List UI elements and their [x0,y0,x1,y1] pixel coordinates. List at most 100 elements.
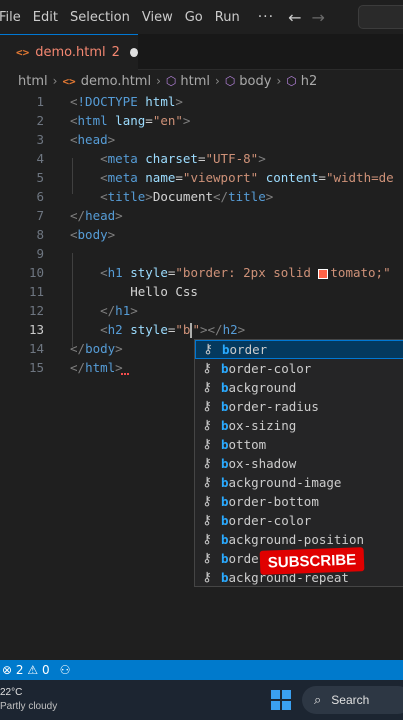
line-number: 10 [28,265,44,280]
suggestion-match: b [221,456,229,471]
unsaved-dot-icon[interactable] [129,48,138,57]
line-number: 14 [28,341,44,356]
code-text[interactable]: Hello Css [70,284,198,299]
code-text[interactable]: </html> [70,360,123,375]
suggestion-item[interactable]: ⚷ b order [195,340,403,359]
breadcrumb-folder[interactable]: html [18,74,48,89]
code-text[interactable]: </body> [70,341,123,356]
code-line[interactable]: 4 <meta charset="UTF-8"> [0,149,403,168]
wrench-icon: ⚷ [202,456,212,471]
wrench-icon: ⚷ [202,418,212,433]
code-text[interactable]: <!DOCTYPE html> [70,94,183,109]
breadcrumb-body[interactable]: body [239,74,271,89]
error-icon: ⊗ [2,663,13,677]
code-text[interactable]: <title>Document</title> [70,189,273,204]
menu-file[interactable]: File [0,10,21,25]
command-center-search[interactable] [358,5,403,29]
suggestion-label: ackground-position [228,532,364,547]
windows-taskbar: 22°C Partly cloudy ⌕ Search [0,680,403,720]
code-line[interactable]: 8 <body> [0,225,403,244]
wrench-icon: ⚷ [203,342,213,357]
line-number: 12 [28,303,44,318]
code-line[interactable]: 10 <h1 style="border: 2px solid tomato;" [0,263,403,282]
code-line[interactable]: 9 [0,244,403,263]
menu-view[interactable]: View [142,10,173,25]
code-line[interactable]: 13 <h2 style="b "></h2> [0,320,403,339]
suggestion-match: b [221,532,229,547]
suggestion-label: order-bottom [228,494,319,509]
error-squiggle [121,371,129,375]
tab-demo-html[interactable]: <> demo.html 2 [0,34,138,70]
code-text[interactable]: <meta charset="UTF-8"> [70,151,266,166]
code-line[interactable]: 6 <title>Document</title> [0,187,403,206]
suggestion-match: b [221,570,229,585]
warning-icon: ⚠ [27,663,39,677]
forward-arrow-icon[interactable]: → [311,8,324,27]
suggestion-item[interactable]: ⚷ b order-color [195,359,403,378]
breadcrumb-h2[interactable]: h2 [301,74,318,89]
suggestion-item[interactable]: ⚷ b ox-sizing [195,416,403,435]
code-line[interactable]: 2 <html lang="en"> [0,111,403,130]
wrench-icon: ⚷ [202,437,212,452]
wrench-icon: ⚷ [202,399,212,414]
suggestion-label: ottom [228,437,267,452]
suggestion-match: b [221,399,229,414]
wrench-icon: ⚷ [202,551,212,566]
wrench-icon: ⚷ [202,380,212,395]
code-text[interactable]: <html lang="en"> [70,113,190,128]
wrench-icon: ⚷ [202,570,212,585]
weather-temperature[interactable]: 22°C [0,687,22,698]
suggestion-item[interactable]: ⚷ b order-color [195,511,403,530]
weather-description[interactable]: Partly cloudy [0,701,57,712]
code-text[interactable]: <head> [70,132,115,147]
line-number: 8 [36,227,44,242]
wrench-icon: ⚷ [202,475,212,490]
code-text[interactable]: <h2 style="b "></h2> [70,322,245,338]
wrench-icon: ⚷ [202,532,212,547]
tab-problem-count: 2 [111,45,120,60]
windows-start-icon[interactable] [271,690,291,710]
taskbar-search-label: Search [331,693,370,707]
breadcrumb-html[interactable]: html [180,74,210,89]
code-text[interactable]: <body> [70,227,115,242]
suggestion-label: ackground-image [228,475,342,490]
suggestion-item[interactable]: ⚷ b ackground-position [195,530,403,549]
suggestion-item[interactable]: ⚷ b ox-shadow [195,454,403,473]
code-text[interactable]: <h1 style="border: 2px solid tomato;" [70,265,391,280]
code-line[interactable]: 12 </h1> [0,301,403,320]
suggestion-match: b [221,494,229,509]
suggestion-label: order-color [228,361,312,376]
tab-bar: <> demo.html 2 [0,34,403,70]
code-line[interactable]: 7 </head> [0,206,403,225]
element-cube-icon: ⬡ [286,74,297,88]
suggestion-item[interactable]: ⚷ b order-bottom [195,492,403,511]
menu-selection[interactable]: Selection [70,10,130,25]
menu-run[interactable]: Run [215,10,240,25]
suggestion-label: order-radius [228,399,319,414]
code-line[interactable]: 3 <head> [0,130,403,149]
code-line[interactable]: 5 <meta name="viewport" content="width=d… [0,168,403,187]
breadcrumb-file[interactable]: demo.html [81,74,151,89]
line-number: 15 [28,360,44,375]
code-text[interactable]: </head> [70,208,123,223]
wrench-icon: ⚷ [202,513,212,528]
menu-edit[interactable]: Edit [33,10,58,25]
problems-status[interactable]: ⊗ 2 ⚠ 0 [2,663,50,677]
code-line[interactable]: 11 Hello Css [0,282,403,301]
suggestion-item[interactable]: ⚷ b ackground [195,378,403,397]
suggestion-item[interactable]: ⚷ b order-radius [195,397,403,416]
ports-icon[interactable]: ⚇ [60,663,71,677]
code-text[interactable]: <meta name="viewport" content="width=de [70,170,394,185]
suggestion-item[interactable]: ⚷ b ackground-image [195,473,403,492]
line-number: 7 [36,208,44,223]
search-icon: ⌕ [314,692,322,707]
more-menu-icon[interactable]: ··· [258,9,274,25]
menu-go[interactable]: Go [185,10,203,25]
suggestion-item[interactable]: ⚷ b ottom [195,435,403,454]
code-line[interactable]: 1 <!DOCTYPE html> [0,92,403,111]
subscribe-overlay: SUBSCRIBE [259,547,365,575]
chevron-right-icon: › [52,74,58,88]
taskbar-search[interactable]: ⌕ Search [302,686,403,714]
back-arrow-icon[interactable]: ← [288,8,301,27]
code-text[interactable]: </h1> [70,303,138,318]
